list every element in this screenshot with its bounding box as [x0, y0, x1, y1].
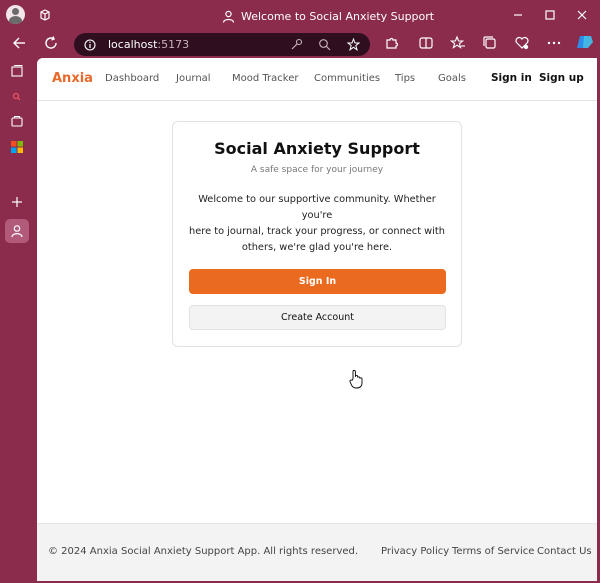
nav-journal[interactable]: Journal [176, 73, 211, 84]
card-subtitle: A safe space for your journey [250, 165, 384, 175]
welcome-line: here to journal, track your progress, or… [189, 226, 445, 237]
minimize-icon[interactable] [511, 8, 525, 22]
maximize-icon[interactable] [543, 8, 557, 22]
shopping-icon[interactable] [10, 114, 24, 128]
create-account-button[interactable]: Create Account [189, 305, 446, 330]
app-navbar: Anxia Dashboard Journal Mood Tracker Com… [37, 58, 597, 101]
browser-sidebar [0, 58, 36, 583]
site-info-icon[interactable] [84, 38, 96, 51]
nav-tips[interactable]: Tips [395, 73, 415, 84]
welcome-line: Welcome to our supportive community. Whe… [198, 194, 436, 221]
user-icon [222, 10, 235, 23]
zoom-icon[interactable] [318, 38, 331, 51]
page-footer: © 2024 Anxia Social Anxiety Support App.… [37, 523, 597, 581]
tabs-icon[interactable] [10, 64, 24, 78]
more-options-icon[interactable] [546, 35, 562, 51]
browser-toolbar: localhost:5173 [0, 30, 600, 58]
add-icon[interactable] [10, 195, 24, 209]
url-port: :5173 [157, 38, 190, 51]
window-title-text: Welcome to Social Anxiety Support [241, 9, 435, 23]
copilot-icon[interactable] [576, 33, 594, 51]
search-icon[interactable] [10, 90, 24, 104]
welcome-line: others, we're glad you're here. [241, 242, 393, 253]
hand-cursor-icon [349, 369, 363, 389]
contact-us-link[interactable]: Contact Us [537, 546, 592, 557]
sign-up-link[interactable]: Sign up [539, 72, 584, 84]
back-arrow-icon[interactable] [11, 35, 27, 51]
copyright-text: © 2024 Anxia Social Anxiety Support App.… [48, 546, 359, 557]
brand-logo[interactable]: Anxia [52, 71, 93, 86]
key-icon[interactable] [290, 38, 303, 51]
nav-dashboard[interactable]: Dashboard [105, 73, 159, 84]
profile-avatar-icon[interactable] [6, 5, 25, 24]
welcome-message: Welcome to our supportive community. Whe… [185, 192, 449, 256]
split-screen-icon[interactable] [418, 35, 434, 51]
page-viewport: Anxia Dashboard Journal Mood Tracker Com… [37, 58, 597, 581]
tab-actions-icon[interactable] [38, 8, 52, 22]
privacy-policy-link[interactable]: Privacy Policy [381, 546, 449, 557]
office-apps-icon[interactable] [10, 140, 24, 154]
sign-in-button[interactable]: Sign In [189, 269, 446, 294]
nav-mood-tracker[interactable]: Mood Tracker [232, 73, 298, 84]
terms-of-service-link[interactable]: Terms of Service [452, 546, 534, 557]
favorite-star-icon[interactable] [347, 38, 360, 51]
favorites-icon[interactable] [450, 35, 466, 51]
browser-titlebar: Welcome to Social Anxiety Support [0, 0, 600, 30]
url-text: localhost:5173 [108, 38, 189, 51]
welcome-card: Social Anxiety Support A safe space for … [172, 121, 462, 347]
collections-icon[interactable] [482, 35, 498, 51]
sign-in-link[interactable]: Sign in [491, 72, 532, 84]
card-title: Social Anxiety Support [214, 139, 420, 158]
refresh-icon[interactable] [43, 35, 59, 51]
extensions-icon[interactable] [384, 35, 400, 51]
nav-goals[interactable]: Goals [438, 73, 466, 84]
close-icon[interactable] [575, 8, 589, 22]
address-bar[interactable]: localhost:5173 [74, 33, 370, 56]
profile-icon [11, 225, 23, 238]
nav-communities[interactable]: Communities [314, 73, 380, 84]
url-host: localhost [108, 38, 158, 51]
browser-essentials-icon[interactable] [514, 35, 530, 51]
window-title: Welcome to Social Anxiety Support [222, 8, 434, 24]
